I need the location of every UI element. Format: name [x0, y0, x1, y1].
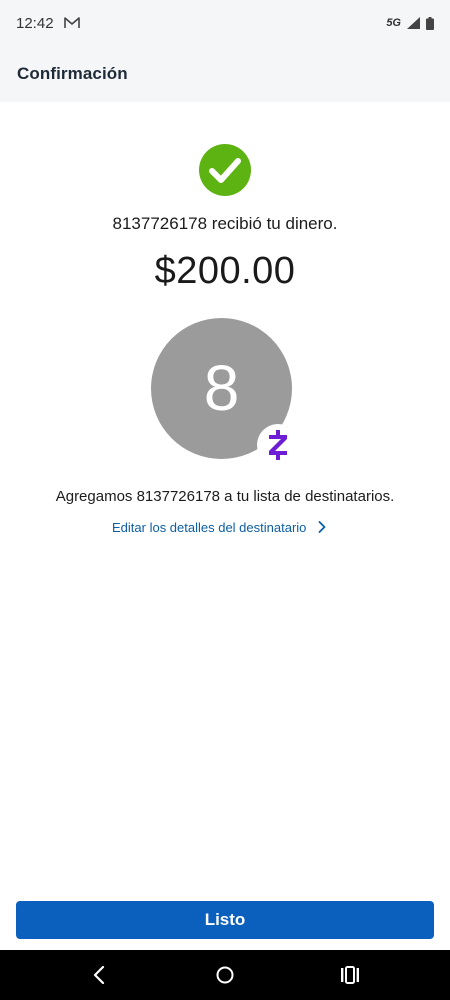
received-message: 8137726178 recibió tu dinero.: [112, 214, 338, 233]
amount: $200.00: [154, 250, 296, 292]
avatar-initial: 8: [203, 351, 240, 424]
status-bar: 12:42 5G: [0, 0, 450, 46]
check-circle-icon: [199, 144, 251, 196]
battery-icon: [426, 16, 434, 30]
page-title: Confirmación: [17, 64, 128, 83]
gmail-icon: [63, 17, 80, 28]
home-icon: [216, 966, 234, 984]
network-type: 5G: [386, 17, 401, 29]
status-indicators: 5G: [386, 16, 434, 30]
status-time: 12:42: [16, 14, 54, 32]
recents-button[interactable]: [338, 963, 362, 987]
done-button[interactable]: Listo: [16, 901, 434, 939]
home-button[interactable]: [213, 963, 237, 987]
zelle-icon: [269, 430, 287, 460]
edit-recipient-details-link[interactable]: Editar los detalles del destinatario: [112, 517, 326, 537]
back-button[interactable]: [87, 963, 111, 987]
zelle-badge: [257, 424, 299, 466]
system-nav-bar: [0, 950, 450, 1000]
back-icon: [93, 966, 105, 984]
signal-icon: [407, 17, 420, 29]
chevron-right-icon: [318, 521, 326, 533]
app-header: Confirmación: [0, 46, 450, 102]
recents-icon: [341, 966, 359, 984]
edit-link-label: Editar los detalles del destinatario: [112, 519, 307, 535]
added-to-recipients-message: Agregamos 8137726178 a tu lista de desti…: [55, 488, 395, 505]
